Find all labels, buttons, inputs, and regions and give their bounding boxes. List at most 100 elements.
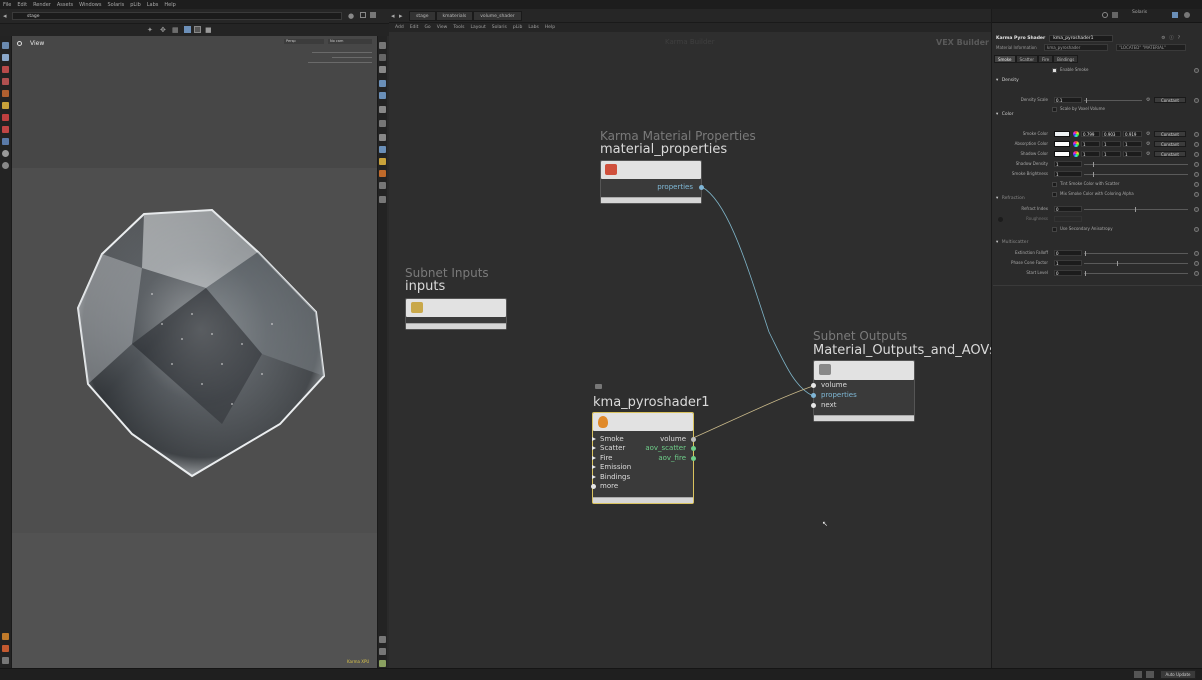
color-component-field[interactable]: 0.799 (1081, 131, 1100, 137)
tool-icon-b[interactable] (379, 648, 386, 655)
pose-icon[interactable] (2, 90, 9, 97)
phase-field[interactable]: 1 (1054, 260, 1082, 266)
back-icon[interactable]: ◂ (391, 12, 395, 20)
node-pyroshader-name[interactable]: kma_pyroshader1 (593, 395, 709, 410)
snap-icon[interactable] (2, 150, 9, 157)
breadcrumb-item[interactable]: kmaterials (435, 11, 474, 21)
network-menu-item[interactable]: Tools (453, 25, 464, 30)
density-mode-button[interactable]: Constant (1154, 97, 1186, 103)
shadow-icon[interactable] (379, 80, 386, 87)
menu-item[interactable]: pLib (130, 2, 141, 8)
color-mode-button[interactable]: Constant (1154, 131, 1186, 137)
network-menu-item[interactable]: Help (545, 25, 555, 30)
refraction-section[interactable]: ▾ Refraction (996, 195, 1199, 202)
tint-scatter-checkbox[interactable] (1052, 181, 1057, 187)
multiscatter-section[interactable]: ▾ Multiscatter (996, 239, 1199, 246)
density-section[interactable]: ▾ Density (996, 77, 1199, 84)
breadcrumb-item[interactable]: stage (409, 11, 436, 21)
menu-item[interactable]: Labs (147, 2, 159, 8)
refract-index-field[interactable]: 0 (1054, 206, 1082, 212)
network-menu-item[interactable]: Edit (410, 25, 419, 30)
color-wheel-icon[interactable] (1073, 141, 1079, 147)
color-wheel-icon[interactable] (1073, 131, 1079, 137)
material-info-value[interactable]: kma_pyroshader (1044, 44, 1108, 51)
start-level-animate-icon[interactable] (1194, 270, 1199, 276)
color-wheel-icon[interactable] (1073, 151, 1079, 157)
network-menu-item[interactable]: Labs (528, 25, 538, 30)
light-icon[interactable] (2, 66, 9, 73)
extinction-field[interactable]: 0 (1054, 250, 1082, 256)
phase-slider[interactable] (1084, 263, 1188, 264)
more-input-port[interactable] (591, 484, 596, 489)
refract-index-knob[interactable] (1135, 207, 1136, 212)
layout-icon[interactable] (1112, 12, 1118, 18)
edit-icon[interactable] (2, 102, 9, 109)
node-pyroshader[interactable]: Smoke Scatter Fire Emission Bindings more vol… (591, 412, 696, 504)
density-scale-slider[interactable] (1084, 100, 1142, 101)
stage-path-field[interactable]: stage (12, 12, 342, 20)
start-level-field[interactable]: 0 (1054, 270, 1082, 276)
animate-icon[interactable] (1194, 151, 1199, 157)
lighting-icon[interactable] (379, 66, 386, 73)
breadcrumb-item[interactable]: volume_shader (473, 11, 522, 21)
status-icon-a[interactable] (1134, 671, 1142, 678)
network-menu-item[interactable]: Layout (470, 25, 485, 30)
flame-icon[interactable] (379, 170, 386, 177)
split-icon[interactable] (360, 12, 366, 18)
pyro-output-port[interactable] (691, 437, 696, 442)
roughness-field[interactable] (1054, 216, 1082, 222)
volume-in-port[interactable] (811, 383, 816, 388)
shadow-density-knob[interactable] (1093, 162, 1094, 167)
question-icon[interactable]: ? (1178, 36, 1180, 41)
menu-item[interactable]: Windows (79, 2, 101, 8)
extinction-animate-icon[interactable] (1194, 250, 1199, 256)
tool-icon-a[interactable] (379, 636, 386, 643)
gear-icon[interactable]: ⚙ (1146, 140, 1150, 148)
density-animate-icon[interactable] (1194, 97, 1199, 103)
pyro-output-port[interactable] (691, 455, 696, 461)
smoke-brightness-field[interactable]: 1 (1054, 171, 1082, 177)
network-menu-item[interactable]: Solaris (492, 25, 507, 30)
shadow-density-slider[interactable] (1084, 164, 1188, 165)
color-mode-button[interactable]: Constant (1154, 141, 1186, 147)
points-icon[interactable] (379, 120, 386, 127)
extinction-slider[interactable] (1084, 253, 1188, 254)
handle-icon[interactable] (2, 78, 9, 85)
light-link-icon[interactable] (379, 182, 386, 189)
density-scale-knob[interactable] (1086, 98, 1087, 103)
grid-icon[interactable]: ▦ (172, 26, 179, 34)
node-outputs-name[interactable]: Material_Outputs_and_AOVs (813, 343, 996, 358)
menu-item[interactable]: File (3, 2, 11, 8)
search-icon[interactable] (1102, 12, 1108, 18)
secondary-animate-icon[interactable] (1194, 226, 1199, 232)
input-expand-arrow-icon[interactable] (592, 437, 596, 441)
shadow-density-animate-icon[interactable] (1194, 161, 1199, 167)
smoke-color-swatch[interactable] (1054, 131, 1070, 137)
color-component-field[interactable]: 1 (1102, 141, 1121, 147)
gear-icon[interactable]: ⚙ (1146, 130, 1150, 138)
density-scale-field[interactable]: 0.1 (1054, 97, 1082, 103)
ghost-icon[interactable] (379, 54, 386, 61)
animate-icon[interactable] (1194, 67, 1199, 73)
param-tab[interactable]: Bindings (1053, 55, 1079, 63)
shadow-density-field[interactable]: 1 (1054, 161, 1082, 167)
menu-item[interactable]: Render (33, 2, 51, 8)
shadow-color-swatch[interactable] (1054, 151, 1070, 157)
color-mode-button[interactable]: Constant (1154, 151, 1186, 157)
pin-icon[interactable]: ● (348, 12, 354, 20)
back-arrow-icon[interactable]: ◂ (3, 12, 7, 20)
scene-viewport[interactable]: View Persp No cam Karma XPU (12, 36, 377, 668)
gear-icon[interactable]: ⚙ (1146, 150, 1150, 158)
animate-icon[interactable] (1194, 131, 1199, 137)
input-expand-arrow-icon[interactable] (592, 465, 596, 470)
node-inputs[interactable] (405, 298, 507, 330)
menu-item[interactable]: Assets (57, 2, 73, 8)
sphere-icon[interactable] (2, 162, 9, 169)
param-tab[interactable]: Smoke (994, 55, 1016, 63)
network-editor[interactable]: Karma Builder VEX Builder Karma Material… (389, 32, 996, 668)
refract-index-slider[interactable] (1084, 209, 1188, 210)
tint-animate-icon[interactable] (1194, 181, 1199, 187)
menu-item[interactable]: Solaris (107, 2, 124, 8)
color-component-field[interactable]: 1 (1123, 141, 1142, 147)
start-level-knob[interactable] (1085, 271, 1086, 276)
